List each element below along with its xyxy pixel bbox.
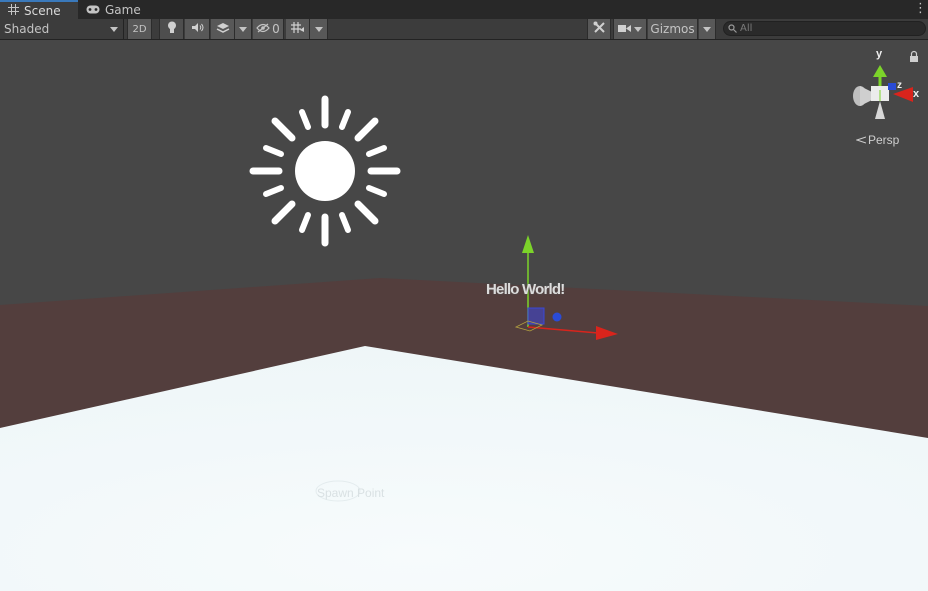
tab-scene-label: Scene: [24, 3, 61, 18]
axis-label-y: y: [876, 48, 883, 60]
shading-mode-dropdown[interactable]: Shaded: [0, 19, 122, 39]
projection-toggle[interactable]: Persp: [855, 133, 900, 147]
tab-scene[interactable]: Scene: [0, 0, 78, 19]
spawn-point-label[interactable]: Spawn Point: [317, 486, 384, 500]
scene-search-input[interactable]: All: [723, 21, 926, 36]
chevron-down-icon: [110, 26, 118, 32]
lightbulb-icon: [167, 21, 177, 37]
speaker-icon: [191, 22, 204, 36]
orientation-gizmo[interactable]: [853, 65, 913, 119]
gizmos-label: Gizmos: [650, 22, 695, 36]
chevron-down-icon: [314, 26, 323, 32]
camera-settings-dropdown[interactable]: [613, 19, 647, 39]
toggle-2d-label: 2D: [132, 23, 147, 35]
toggle-2d-button[interactable]: 2D: [127, 19, 152, 39]
gizmos-dropdown[interactable]: [699, 19, 716, 39]
tab-game-label: Game: [105, 2, 141, 17]
audio-toggle-button[interactable]: [185, 19, 210, 39]
more-options-icon[interactable]: ⋮: [914, 1, 927, 17]
directional-light-icon[interactable]: [249, 95, 401, 247]
gamepad-icon: [86, 3, 100, 17]
scene-viewport[interactable]: y z x Persp Hello World! Spawn Point: [0, 41, 928, 591]
layers-icon: [216, 22, 230, 37]
eye-slash-icon: [256, 22, 270, 36]
chevron-down-icon: [703, 26, 711, 32]
hidden-objects-toggle[interactable]: 0: [253, 19, 284, 39]
camera-icon: [618, 22, 631, 36]
grid-toggle-button[interactable]: [286, 19, 310, 39]
shading-mode-label: Shaded: [4, 22, 50, 36]
lock-icon[interactable]: [910, 50, 918, 63]
search-placeholder: All: [740, 23, 753, 34]
tab-game[interactable]: Game: [78, 0, 148, 19]
search-icon: [728, 24, 737, 36]
chevron-down-icon: [634, 26, 642, 32]
effects-toggle-button[interactable]: [211, 19, 235, 39]
chevron-down-icon: [239, 26, 247, 32]
perspective-icon: [855, 133, 867, 147]
tools-button[interactable]: [587, 19, 611, 39]
axis-label-x: x: [913, 88, 920, 100]
divider: [123, 19, 124, 39]
hello-world-text[interactable]: Hello World!: [486, 281, 565, 298]
grid-icon: [8, 3, 19, 18]
tools-icon: [593, 21, 606, 37]
gizmos-button[interactable]: Gizmos: [648, 19, 698, 39]
grid-dropdown[interactable]: [310, 19, 328, 39]
grid-snap-icon: [290, 21, 305, 37]
lighting-toggle-button[interactable]: [159, 19, 184, 39]
effects-dropdown[interactable]: [235, 19, 252, 39]
hidden-objects-count: 0: [272, 22, 280, 36]
axis-label-z: z: [897, 80, 902, 91]
tab-bar: Scene Game ⋮: [0, 0, 928, 19]
projection-label: Persp: [868, 133, 900, 147]
